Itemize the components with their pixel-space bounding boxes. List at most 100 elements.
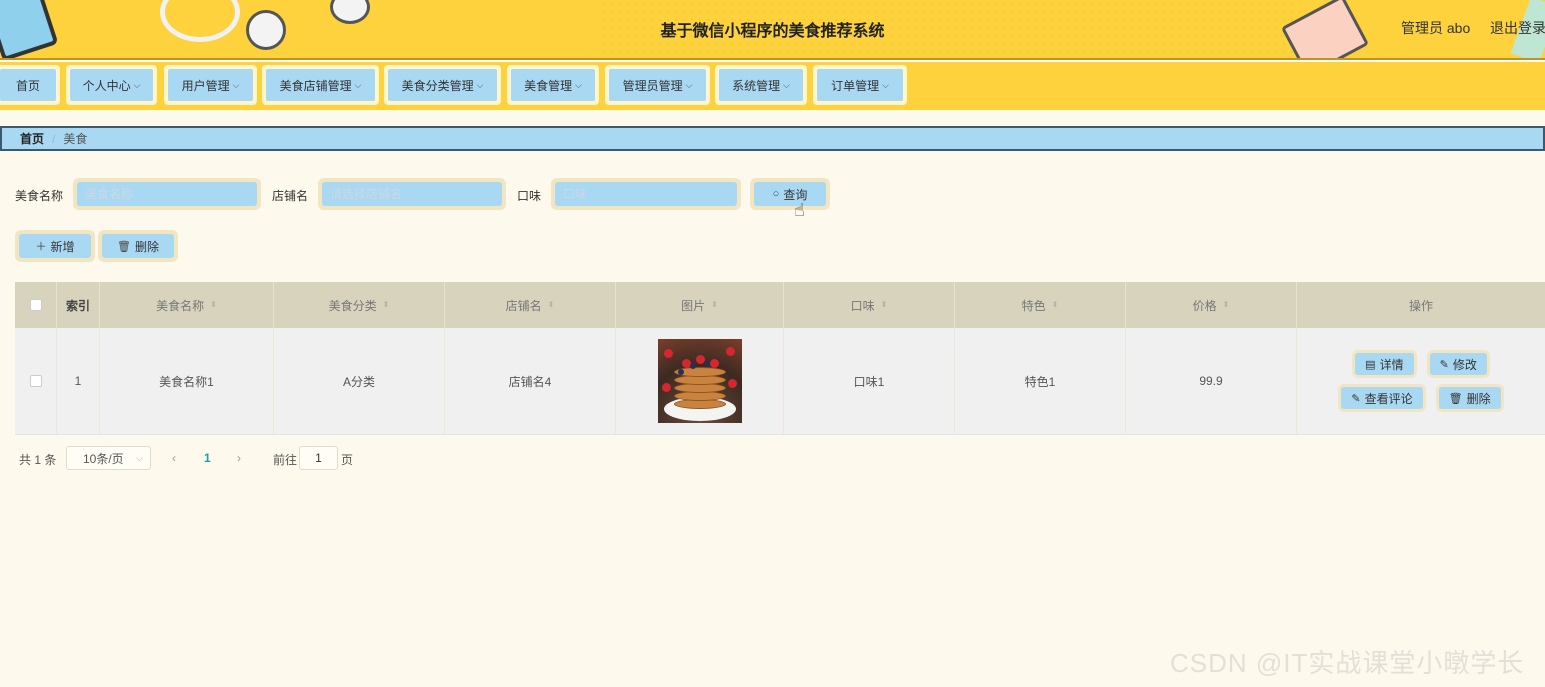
sort-icon[interactable]: ⬍ xyxy=(1223,301,1230,309)
column-label: 价格 xyxy=(1192,298,1217,313)
nav-label: 美食分类管理 xyxy=(401,78,474,93)
food-name-label: 美食名称 xyxy=(15,189,64,203)
column-header-price[interactable]: 价格 ⬍ xyxy=(1126,282,1297,328)
nav-item-category-management[interactable]: 美食分类管理 ⌵ xyxy=(384,65,501,105)
next-page-icon[interactable]: › xyxy=(237,451,241,465)
pencil-icon: ✎ xyxy=(1351,392,1361,405)
nav-label: 管理员管理 xyxy=(622,78,683,93)
shop-name-label: 店铺名 xyxy=(272,189,309,203)
sort-icon[interactable]: ⬍ xyxy=(711,301,718,309)
detail-button[interactable]: ▤ 详情 xyxy=(1355,353,1414,375)
chevron-down-icon: ⌵ xyxy=(476,79,484,90)
column-header-taste[interactable]: 口味 ⬍ xyxy=(784,282,955,328)
edit-button[interactable]: ✎ 修改 xyxy=(1429,353,1487,375)
nav-item-user-management[interactable]: 用户管理 ⌵ xyxy=(164,65,257,105)
select-all-checkbox[interactable] xyxy=(29,299,42,311)
breadcrumb: 首页 / 美食 xyxy=(0,126,1545,151)
current-page-number[interactable]: 1 xyxy=(204,451,211,465)
column-header-feature[interactable]: 特色 ⬍ xyxy=(955,282,1126,328)
cell-shop: 店铺名4 xyxy=(445,328,616,434)
column-label: 索引 xyxy=(65,298,90,313)
taste-input[interactable] xyxy=(563,187,729,201)
table-row: 1 美食名称1 A分类 店铺名4 口味1 特色1 99.9 ▤ 详情 ✎ 修改 … xyxy=(15,328,1545,435)
sort-icon[interactable]: ⬍ xyxy=(548,301,555,309)
hand-cursor-icon: ☝ xyxy=(794,200,805,220)
admin-username: 管理员 abo xyxy=(1401,20,1471,36)
blueberry-shape xyxy=(703,361,710,367)
chevron-down-icon: ⌵ xyxy=(136,453,143,463)
sort-icon[interactable]: ⬍ xyxy=(210,301,217,309)
edit-button-wrap: ✎ 修改 xyxy=(1426,350,1490,378)
view-comments-button[interactable]: ✎ 查看评论 xyxy=(1341,387,1423,409)
nav-item-order-management[interactable]: 订单管理 ⌵ xyxy=(813,65,907,105)
add-button-label: 新增 xyxy=(50,239,75,254)
food-table: 索引 美食名称 ⬍ 美食分类 ⬍ 店铺名 ⬍ 图片 ⬍ 口味 ⬍ 特色 ⬍ 价格 ⬍ 操作 1 xyxy=(15,282,1545,435)
nav-item-admin-management[interactable]: 管理员管理 ⌵ xyxy=(605,65,710,105)
sort-icon[interactable]: ⬍ xyxy=(1052,301,1059,309)
berry-shape xyxy=(663,349,673,358)
column-header-image[interactable]: 图片 ⬍ xyxy=(616,282,784,328)
cell-food-name: 美食名称1 xyxy=(100,328,274,434)
logout-link[interactable]: 退出登录 xyxy=(1490,18,1545,38)
table-header: 索引 美食名称 ⬍ 美食分类 ⬍ 店铺名 ⬍ 图片 ⬍ 口味 ⬍ 特色 ⬍ 价格 ⬍ 操作 xyxy=(15,282,1545,328)
row-select-cell xyxy=(15,328,57,434)
column-header-name[interactable]: 美食名称 ⬍ xyxy=(100,282,274,328)
detail-button-wrap: ▤ 详情 xyxy=(1352,350,1417,378)
berry-shape xyxy=(725,347,735,356)
taste-field: ○ xyxy=(551,178,741,210)
food-name-field: ○ xyxy=(73,178,261,210)
prev-page-icon[interactable]: ‹ xyxy=(172,451,176,465)
chevron-down-icon: ⌵ xyxy=(232,79,240,90)
breadcrumb-home[interactable]: 首页 xyxy=(20,130,44,147)
food-image[interactable] xyxy=(657,339,742,423)
app-title: 基于微信小程序的美食推荐系统 xyxy=(660,23,885,40)
delete-button-label: 删除 xyxy=(134,239,159,254)
goto-label: 前往 xyxy=(273,453,298,467)
row-checkbox[interactable] xyxy=(29,375,42,387)
nav-label: 美食管理 xyxy=(524,78,573,93)
top-nav: 首页 个人中心 ⌵ 用户管理 ⌵ 美食店铺管理 ⌵ 美食分类管理 ⌵ 美食管理 ⌵ 管理员… xyxy=(0,62,1545,110)
header-banner: 基于微信小程序的美食推荐系统 管理员 abo 退出登录 xyxy=(0,0,1545,60)
sort-icon[interactable]: ⬍ xyxy=(881,301,888,309)
blueberry-shape xyxy=(677,369,684,375)
nav-label: 订单管理 xyxy=(831,78,880,93)
column-header-shop[interactable]: 店铺名 ⬍ xyxy=(445,282,616,328)
detail-button-label: 详情 xyxy=(1379,357,1404,372)
nav-item-personal-center[interactable]: 个人中心 ⌵ xyxy=(66,65,157,105)
row-delete-button-label: 删除 xyxy=(1466,391,1491,406)
shop-select-field: ⌵ xyxy=(318,178,506,210)
sort-icon[interactable]: ⬍ xyxy=(383,301,390,309)
nav-item-food-management[interactable]: 美食管理 ⌵ xyxy=(507,65,599,105)
food-name-input[interactable] xyxy=(85,187,249,201)
nav-item-home[interactable]: 首页 xyxy=(0,65,60,105)
page-size-select[interactable]: 10条/页 ⌵ xyxy=(66,446,151,470)
pagination-total: 共 1 条 xyxy=(19,453,57,467)
row-delete-button[interactable]: 🗑 删除 xyxy=(1438,387,1501,409)
column-label: 图片 xyxy=(681,298,706,313)
page-size-value: 10条/页 xyxy=(83,451,124,466)
shop-select[interactable] xyxy=(330,187,494,201)
breadcrumb-current: 美食 xyxy=(63,132,88,146)
goto-page-input[interactable]: 1 xyxy=(299,446,338,470)
trash-icon: 🗑 xyxy=(1448,392,1463,405)
cell-taste: 口味1 xyxy=(784,328,955,434)
query-button[interactable]: ○ 查询 xyxy=(754,182,826,206)
cell-index: 1 xyxy=(57,328,100,434)
nav-item-shop-management[interactable]: 美食店铺管理 ⌵ xyxy=(262,65,379,105)
cell-category: A分类 xyxy=(274,328,445,434)
row-actions: ▤ 详情 ✎ 修改 ✎ 查看评论 🗑 删除 xyxy=(1338,350,1504,412)
query-button-wrap: ○ 查询 xyxy=(750,178,830,210)
row-actions-line: ✎ 查看评论 🗑 删除 xyxy=(1338,384,1504,412)
nav-item-system-management[interactable]: 系统管理 ⌵ xyxy=(715,65,807,105)
column-label: 特色 xyxy=(1021,298,1046,313)
column-label: 口味 xyxy=(850,298,875,313)
pencil-icon: ✎ xyxy=(1439,358,1449,371)
chevron-down-icon: ⌵ xyxy=(485,186,494,198)
batch-delete-button[interactable]: 🗑 删除 xyxy=(102,234,174,258)
chevron-down-icon: ⌵ xyxy=(783,79,790,90)
column-header-category[interactable]: 美食分类 ⬍ xyxy=(274,282,445,328)
add-button[interactable]: ＋ 新增 xyxy=(19,234,91,258)
row-delete-button-wrap: 🗑 删除 xyxy=(1435,384,1504,412)
chevron-down-icon: ⌵ xyxy=(882,79,889,90)
column-label: 美食名称 xyxy=(156,298,205,313)
